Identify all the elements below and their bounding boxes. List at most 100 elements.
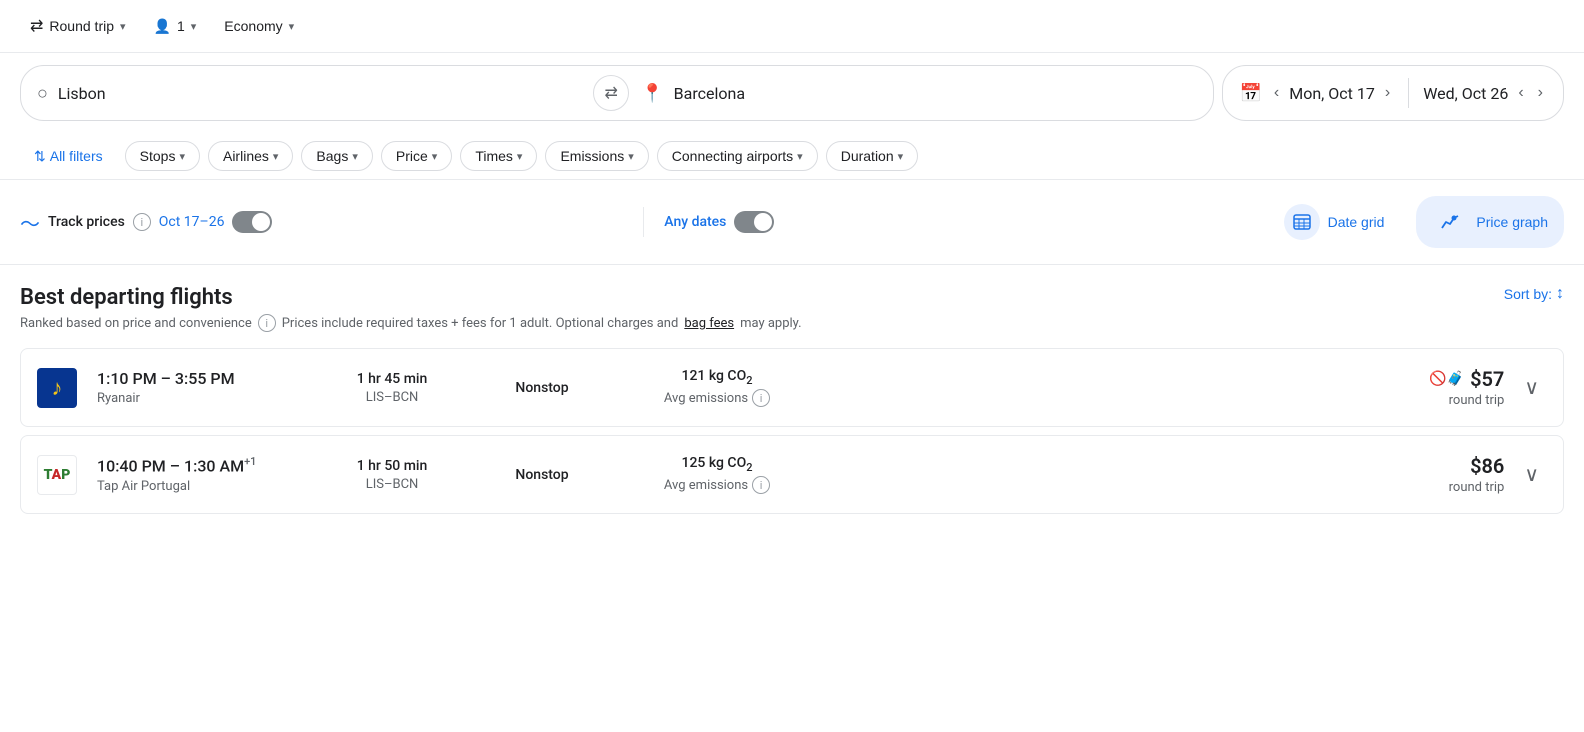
bags-filter-button[interactable]: Bags ▾ [301,141,372,171]
emissions-filter-button[interactable]: Emissions ▾ [545,141,648,171]
trip-type-chevron: ▾ [120,20,126,33]
any-dates-section: Any dates [664,211,1267,233]
results-title: Best departing flights [20,285,802,310]
flight-duration-tap: 1 hr 50 min LIS–BCN [317,458,467,492]
track-prices-section: 〜 Track prices i Oct 17–26 [20,208,623,237]
any-dates-toggle[interactable] [734,211,774,233]
class-label: Economy [224,18,282,34]
top-bar: ⇄ Round trip ▾ 👤 1 ▾ Economy ▾ [0,0,1584,53]
airlines-label: Airlines [223,148,269,164]
origin-input[interactable]: Lisbon [58,84,106,103]
airlines-filter-button[interactable]: Airlines ▾ [208,141,293,171]
passengers-chevron: ▾ [191,20,197,33]
date-grid-button[interactable]: Date grid [1268,196,1401,248]
sort-by-button[interactable]: Sort by: ↕ [1504,285,1564,303]
bags-label: Bags [316,148,348,164]
price-actual-tap: $86 [1470,454,1504,478]
flight-times-tap: 10:40 PM – 1:30 AM+1 Tap Air Portugal [97,455,317,493]
return-date-group: Wed, Oct 26 ‹ › [1423,80,1547,106]
route-search-box[interactable]: ○ Lisbon ⇄ 📍 Barcelona [20,65,1214,121]
track-bar: 〜 Track prices i Oct 17–26 Any dates Dat… [0,180,1584,265]
depart-prev-button[interactable]: ‹ [1270,80,1283,106]
price-display-tap: $86 [1449,454,1505,478]
connecting-airports-filter-button[interactable]: Connecting airports ▾ [657,141,818,171]
time-range-ryanair: 1:10 PM – 3:55 PM [97,369,317,388]
bags-chevron: ▾ [352,150,358,163]
swap-arrows-icon: ⇄ [30,16,43,36]
subtitle-ranked-text: Ranked based on price and convenience [20,316,252,331]
price-note-tap: round trip [1449,480,1505,495]
flight-stops-ryanair: Nonstop [467,380,617,396]
swap-button[interactable]: ⇄ [593,75,629,111]
price-graph-icon [1432,204,1468,240]
emissions-info-icon-tap[interactable]: i [752,476,770,494]
ryanair-logo: ♪ [37,368,77,408]
emissions-label-tap: Avg emissions i [617,476,817,494]
track-prices-label: Track prices [48,214,125,230]
all-filters-button[interactable]: ⇅ All filters [20,142,117,171]
track-bar-divider [643,207,644,237]
flights-list: ♪ 1:10 PM – 3:55 PM Ryanair 1 hr 45 min … [20,348,1564,514]
results-section: Best departing flights Ranked based on p… [0,265,1584,514]
duration-time-tap: 1 hr 50 min [317,458,467,474]
stops-label: Stops [140,148,176,164]
bag-fees-link[interactable]: bag fees [684,316,734,331]
calendar-icon: 📅 [1239,83,1261,104]
price-label: Price [396,148,428,164]
route-code-ryanair: LIS–BCN [317,390,467,405]
all-filters-label: All filters [50,148,103,164]
return-date[interactable]: Wed, Oct 26 [1423,84,1508,103]
connecting-airports-chevron: ▾ [797,150,803,163]
flight-card-tap[interactable]: TAP 10:40 PM – 1:30 AM+1 Tap Air Portuga… [20,435,1564,514]
origin-icon: ○ [37,83,48,104]
ryanair-harp-icon: ♪ [52,375,63,401]
date-picker[interactable]: 📅 ‹ Mon, Oct 17 › Wed, Oct 26 ‹ › [1222,65,1564,121]
price-chevron: ▾ [432,150,438,163]
track-prices-info-icon[interactable]: i [133,213,151,231]
class-button[interactable]: Economy ▾ [214,12,304,40]
emissions-label: Emissions [560,148,624,164]
flight-card-ryanair[interactable]: ♪ 1:10 PM – 3:55 PM Ryanair 1 hr 45 min … [20,348,1564,427]
search-row: ○ Lisbon ⇄ 📍 Barcelona 📅 ‹ Mon, Oct 17 ›… [0,53,1584,133]
price-graph-button[interactable]: Price graph [1416,196,1564,248]
trip-type-button[interactable]: ⇄ Round trip ▾ [20,10,136,42]
depart-next-button[interactable]: › [1381,80,1394,106]
filter-row: ⇅ All filters Stops ▾ Airlines ▾ Bags ▾ … [0,133,1584,180]
destination-input[interactable]: Barcelona [674,84,745,103]
class-chevron: ▾ [289,20,295,33]
sort-by-label: Sort by: [1504,286,1552,302]
price-note-ryanair: round trip [1429,393,1504,408]
expand-tap-button[interactable]: ∨ [1516,458,1547,491]
price-filter-button[interactable]: Price ▾ [381,141,452,171]
return-prev-button[interactable]: ‹ [1514,80,1527,106]
price-note-text: Prices include required taxes + fees for… [282,316,679,331]
airline-name-ryanair: Ryanair [97,391,317,406]
duration-filter-button[interactable]: Duration ▾ [826,141,918,171]
results-header: Best departing flights Ranked based on p… [20,285,1564,332]
trip-type-label: Round trip [49,18,114,34]
origin-section: ○ Lisbon [37,83,593,104]
emissions-val-ryanair: 121 kg CO2 [617,368,817,387]
expand-ryanair-button[interactable]: ∨ [1516,371,1547,404]
stops-filter-button[interactable]: Stops ▾ [125,141,200,171]
results-info-icon[interactable]: i [258,314,276,332]
flight-duration-ryanair: 1 hr 45 min LIS–BCN [317,371,467,405]
destination-section: 📍 Barcelona [641,83,1197,104]
tap-logo-text: TAP [44,467,71,483]
track-prices-toggle[interactable] [232,211,272,233]
emissions-label-ryanair: Avg emissions i [617,389,817,407]
stops-chevron: ▾ [179,150,185,163]
flight-emissions-tap: 125 kg CO2 Avg emissions i [617,455,817,495]
times-filter-button[interactable]: Times ▾ [460,141,537,171]
depart-date[interactable]: Mon, Oct 17 [1289,84,1375,103]
date-grid-icon [1284,204,1320,240]
passengers-button[interactable]: 👤 1 ▾ [144,12,207,41]
route-code-tap: LIS–BCN [317,477,467,492]
price-display-ryanair: 🚫🧳 $57 [1429,367,1504,391]
depart-date-group: ‹ Mon, Oct 17 › [1270,80,1394,106]
emissions-info-icon-ryanair[interactable]: i [752,389,770,407]
stops-text-ryanair: Nonstop [467,380,617,396]
baggage-strike-icon: 🚫🧳 [1429,371,1464,387]
return-next-button[interactable]: › [1534,80,1547,106]
destination-pin-icon: 📍 [641,83,663,104]
